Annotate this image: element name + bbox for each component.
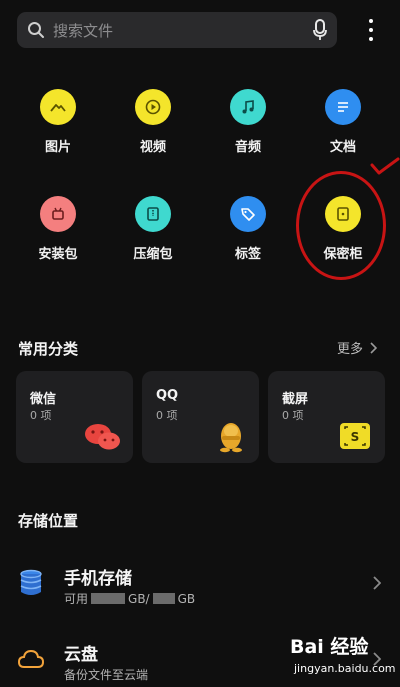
category-label: 文档 [329, 140, 356, 155]
cloud-icon [18, 649, 44, 668]
wechat-icon [85, 424, 120, 450]
watermark-url: jingyan.baidu.com [294, 662, 396, 675]
category-archives[interactable]: 压缩包 [116, 196, 190, 262]
category-label: 压缩包 [133, 247, 173, 262]
storage-capacity: 可用 GB/GB [64, 590, 195, 607]
watermark-brand: Bai 经验 [290, 636, 369, 658]
chevron-right-icon [370, 341, 378, 354]
search-bar[interactable]: 搜索文件 [17, 12, 337, 48]
card-screenshot[interactable]: 截屏 0 项 S [268, 371, 385, 463]
qq-penguin-icon [220, 423, 242, 453]
screenshot-icon: S [340, 423, 370, 449]
category-label: 图片 [44, 140, 71, 155]
android-package-icon [40, 196, 76, 232]
card-count: 0 项 [282, 409, 304, 422]
storage-unit-total: GB [177, 592, 196, 606]
card-title: 截屏 [282, 392, 309, 407]
tag-icon [230, 196, 266, 232]
category-tags[interactable]: 标签 [211, 196, 285, 262]
microphone-icon[interactable] [313, 19, 327, 41]
annotation-arrow [370, 157, 400, 175]
section-title-storage: 存储位置 [18, 512, 79, 530]
card-count: 0 项 [30, 409, 52, 422]
card-count: 0 项 [156, 409, 178, 422]
category-label: 安装包 [38, 247, 78, 262]
more-link[interactable]: 更多 [337, 338, 378, 357]
card-qq[interactable]: QQ 0 项 [142, 371, 259, 463]
annotation-circle [296, 171, 386, 280]
section-title-common: 常用分类 [18, 340, 79, 358]
category-audio[interactable]: 音频 [211, 89, 285, 155]
svg-text:S: S [351, 430, 360, 444]
category-documents[interactable]: 文档 [306, 89, 380, 155]
chevron-right-icon [373, 576, 381, 590]
storage-unit-used: GB/ [128, 592, 150, 606]
category-label: 标签 [234, 247, 261, 262]
storage-item-phone[interactable]: 手机存储 可用 GB/GB [0, 551, 400, 611]
card-title: 微信 [30, 392, 57, 407]
search-icon [28, 22, 44, 38]
more-link-label: 更多 [337, 342, 364, 357]
search-placeholder: 搜索文件 [53, 21, 114, 40]
redacted-value [91, 593, 126, 604]
card-wechat[interactable]: 微信 0 项 [16, 371, 133, 463]
document-icon [325, 89, 361, 125]
redacted-value [152, 593, 175, 604]
category-label: 视频 [139, 140, 166, 155]
category-packages[interactable]: 安装包 [21, 196, 95, 262]
storage-available-label: 可用 [64, 592, 89, 606]
storage-name: 云盘 [64, 645, 98, 665]
category-images[interactable]: 图片 [21, 89, 95, 155]
database-icon [20, 569, 42, 595]
archive-icon [135, 196, 171, 232]
more-options-icon[interactable] [362, 16, 380, 44]
baidu-watermark: Bai 经验 jingyan.baidu.com [286, 632, 396, 680]
category-label: 音频 [234, 140, 261, 155]
category-videos[interactable]: 视频 [116, 89, 190, 155]
storage-name: 手机存储 [64, 569, 132, 589]
music-note-icon [230, 89, 266, 125]
card-title: QQ [156, 388, 179, 403]
image-icon [40, 89, 76, 125]
play-icon [135, 89, 171, 125]
storage-subtitle: 备份文件至云端 [64, 668, 149, 682]
